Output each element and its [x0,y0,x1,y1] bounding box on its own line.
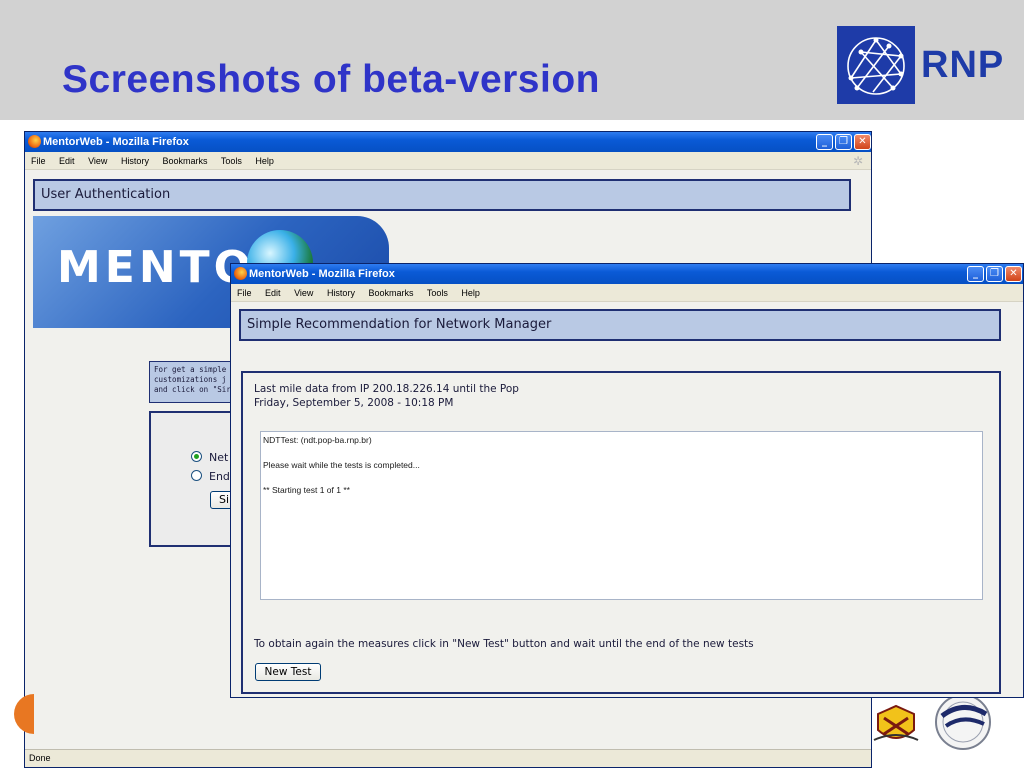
menu-history[interactable]: History [327,288,355,298]
test-output-textarea[interactable]: NDTTest: (ndt.pop-ba.rnp.br) Please wait… [260,431,983,600]
instruction-text: To obtain again the measures click in "N… [254,638,754,650]
page-content: Simple Recommendation for Network Manage… [231,302,1023,697]
menu-help[interactable]: Help [255,156,274,166]
test-results-panel: Last mile data from IP 200.18.226.14 unt… [241,371,1001,694]
minimize-button[interactable]: _ [967,266,984,282]
close-button[interactable]: ✕ [1005,266,1022,282]
menu-tools[interactable]: Tools [427,288,448,298]
menu-bar: File Edit View History Bookmarks Tools H… [25,152,871,170]
output-line: ** Starting test 1 of 1 ** [263,485,350,495]
firefox-icon [234,267,247,280]
output-line: NDTTest: (ndt.pop-ba.rnp.br) [263,435,372,445]
info-box: For get a simple customizations j and cl… [149,361,239,403]
salvador-university-seal-icon [928,690,998,750]
menu-tools[interactable]: Tools [221,156,242,166]
slide-header: Screenshots of beta-version RNP [0,0,1024,120]
info-line: customizations j [154,375,227,384]
rnp-logo: RNP [837,26,1003,104]
output-line: Please wait while the tests is completed… [263,460,420,470]
firefox-icon [28,135,41,148]
minimize-button[interactable]: _ [816,134,833,150]
maximize-button[interactable]: ❐ [986,266,1003,282]
menu-bookmarks[interactable]: Bookmarks [368,288,413,298]
radio-option-network[interactable]: Net [191,451,228,464]
window-titlebar[interactable]: MentorWeb - Mozilla Firefox _ ❐ ✕ [231,264,1023,284]
radio-label: End [209,470,230,483]
info-line: and click on "Sir [154,385,231,394]
browser-window-recommendation: MentorWeb - Mozilla Firefox _ ❐ ✕ File E… [230,263,1024,698]
section-header-recommendation: Simple Recommendation for Network Manage… [239,309,1001,341]
option-box: Net End Si [149,411,250,547]
slide-title: Screenshots of beta-version [62,58,600,101]
close-button[interactable]: ✕ [854,134,871,150]
ufba-seal-icon [872,700,920,748]
window-title: MentorWeb - Mozilla Firefox [43,136,189,148]
date-line: Friday, September 5, 2008 - 10:18 PM [254,397,454,409]
radio-button-selected[interactable] [191,451,202,462]
status-text: Done [29,753,51,763]
rnp-emblem-icon [837,26,915,104]
radio-label: Net [209,451,229,464]
radio-option-end[interactable]: End [191,470,230,483]
window-title: MentorWeb - Mozilla Firefox [249,268,395,280]
radio-button[interactable] [191,470,202,481]
menu-bookmarks[interactable]: Bookmarks [162,156,207,166]
throbber-icon: ✲ [853,154,864,168]
section-header-user-authentication: User Authentication [33,179,851,211]
info-line: For get a simple [154,365,227,374]
menu-file[interactable]: File [237,288,252,298]
menu-view[interactable]: View [294,288,313,298]
menu-edit[interactable]: Edit [265,288,281,298]
status-bar: Done [25,749,871,767]
new-test-button[interactable]: New Test [255,663,321,681]
menu-edit[interactable]: Edit [59,156,75,166]
menu-view[interactable]: View [88,156,107,166]
window-titlebar[interactable]: MentorWeb - Mozilla Firefox _ ❐ ✕ [25,132,871,152]
rnp-logo-text: RNP [921,44,1005,86]
slide: Screenshots of beta-version RNP MentorWe… [0,0,1024,768]
data-source-line: Last mile data from IP 200.18.226.14 unt… [254,383,519,395]
menu-history[interactable]: History [121,156,149,166]
orange-decoration [14,694,34,734]
menu-bar: File Edit View History Bookmarks Tools H… [231,284,1023,302]
menu-file[interactable]: File [31,156,46,166]
maximize-button[interactable]: ❐ [835,134,852,150]
menu-help[interactable]: Help [461,288,480,298]
